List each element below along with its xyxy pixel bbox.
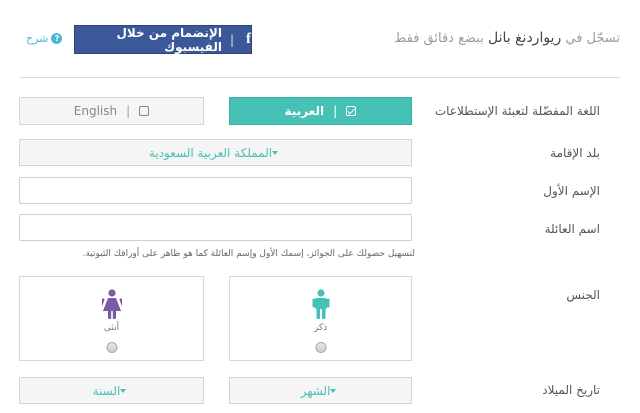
residence-label: بلد الإقامة <box>550 146 600 160</box>
facebook-join-button[interactable]: f | الإنضمام من خلال الفيسبوك <box>74 25 252 54</box>
birth-year-select[interactable]: السنة <box>19 377 204 404</box>
gender-male-radio[interactable] <box>315 342 326 353</box>
gender-female-label: أنثى <box>103 323 120 333</box>
language-english-button[interactable]: English | <box>19 97 204 125</box>
language-english-label: English <box>73 104 118 118</box>
help-link[interactable]: ? شرح <box>26 32 63 45</box>
facebook-join-label: الإنضمام من خلال الفيسبوك <box>116 25 222 54</box>
last-name-input[interactable] <box>19 214 412 241</box>
title-prefix: تسجّل في <box>565 31 620 46</box>
page-title: تسجّل في ريواردنغ بانل ببضع دقائق فقط <box>394 30 620 46</box>
last-name-label: اسم العائلة <box>544 222 600 236</box>
gender-female-card[interactable]: أنثى <box>19 276 204 361</box>
birth-month-select[interactable]: الشهر <box>229 377 412 404</box>
last-name-hint: لتسهيل حصولك على الجوائز، إسمك الأول وإس… <box>82 249 415 259</box>
female-icon <box>101 289 122 319</box>
residence-value: المملكة العربية السعودية <box>148 145 273 160</box>
facebook-icon: f <box>246 31 251 47</box>
language-label: اللغة المفضّلة لتعبئة الإستطلاعات <box>434 104 600 118</box>
residence-select[interactable]: المملكة العربية السعودية <box>19 139 412 166</box>
separator: | <box>333 104 338 118</box>
brand-name: ريواردنغ بانل <box>487 30 562 46</box>
birthdate-label: تاريخ الميلاد <box>542 383 600 397</box>
chevron-down-icon <box>120 388 127 393</box>
gender-label: الجنس <box>566 288 600 302</box>
checkbox-checked-icon <box>346 106 357 116</box>
language-arabic-button[interactable]: | العربية <box>229 97 412 125</box>
gender-male-card[interactable]: ذكر <box>229 276 412 361</box>
gender-male-label: ذكر <box>313 323 328 333</box>
separator: | <box>126 104 131 118</box>
separator: | <box>229 32 234 47</box>
help-icon: ? <box>51 33 63 44</box>
birth-month-value: الشهر <box>300 383 331 398</box>
help-label: شرح <box>26 32 49 45</box>
first-name-input[interactable] <box>19 177 412 204</box>
divider <box>20 77 620 78</box>
chevron-down-icon <box>330 388 337 393</box>
first-name-label: الإسم الأول <box>543 184 600 198</box>
birth-year-value: السنة <box>92 383 121 398</box>
language-arabic-label: العربية <box>284 104 325 118</box>
checkbox-empty-icon <box>139 106 150 116</box>
title-suffix: ببضع دقائق فقط <box>394 31 484 46</box>
chevron-down-icon <box>272 150 279 155</box>
male-icon <box>312 289 329 319</box>
gender-female-radio[interactable] <box>106 342 117 353</box>
